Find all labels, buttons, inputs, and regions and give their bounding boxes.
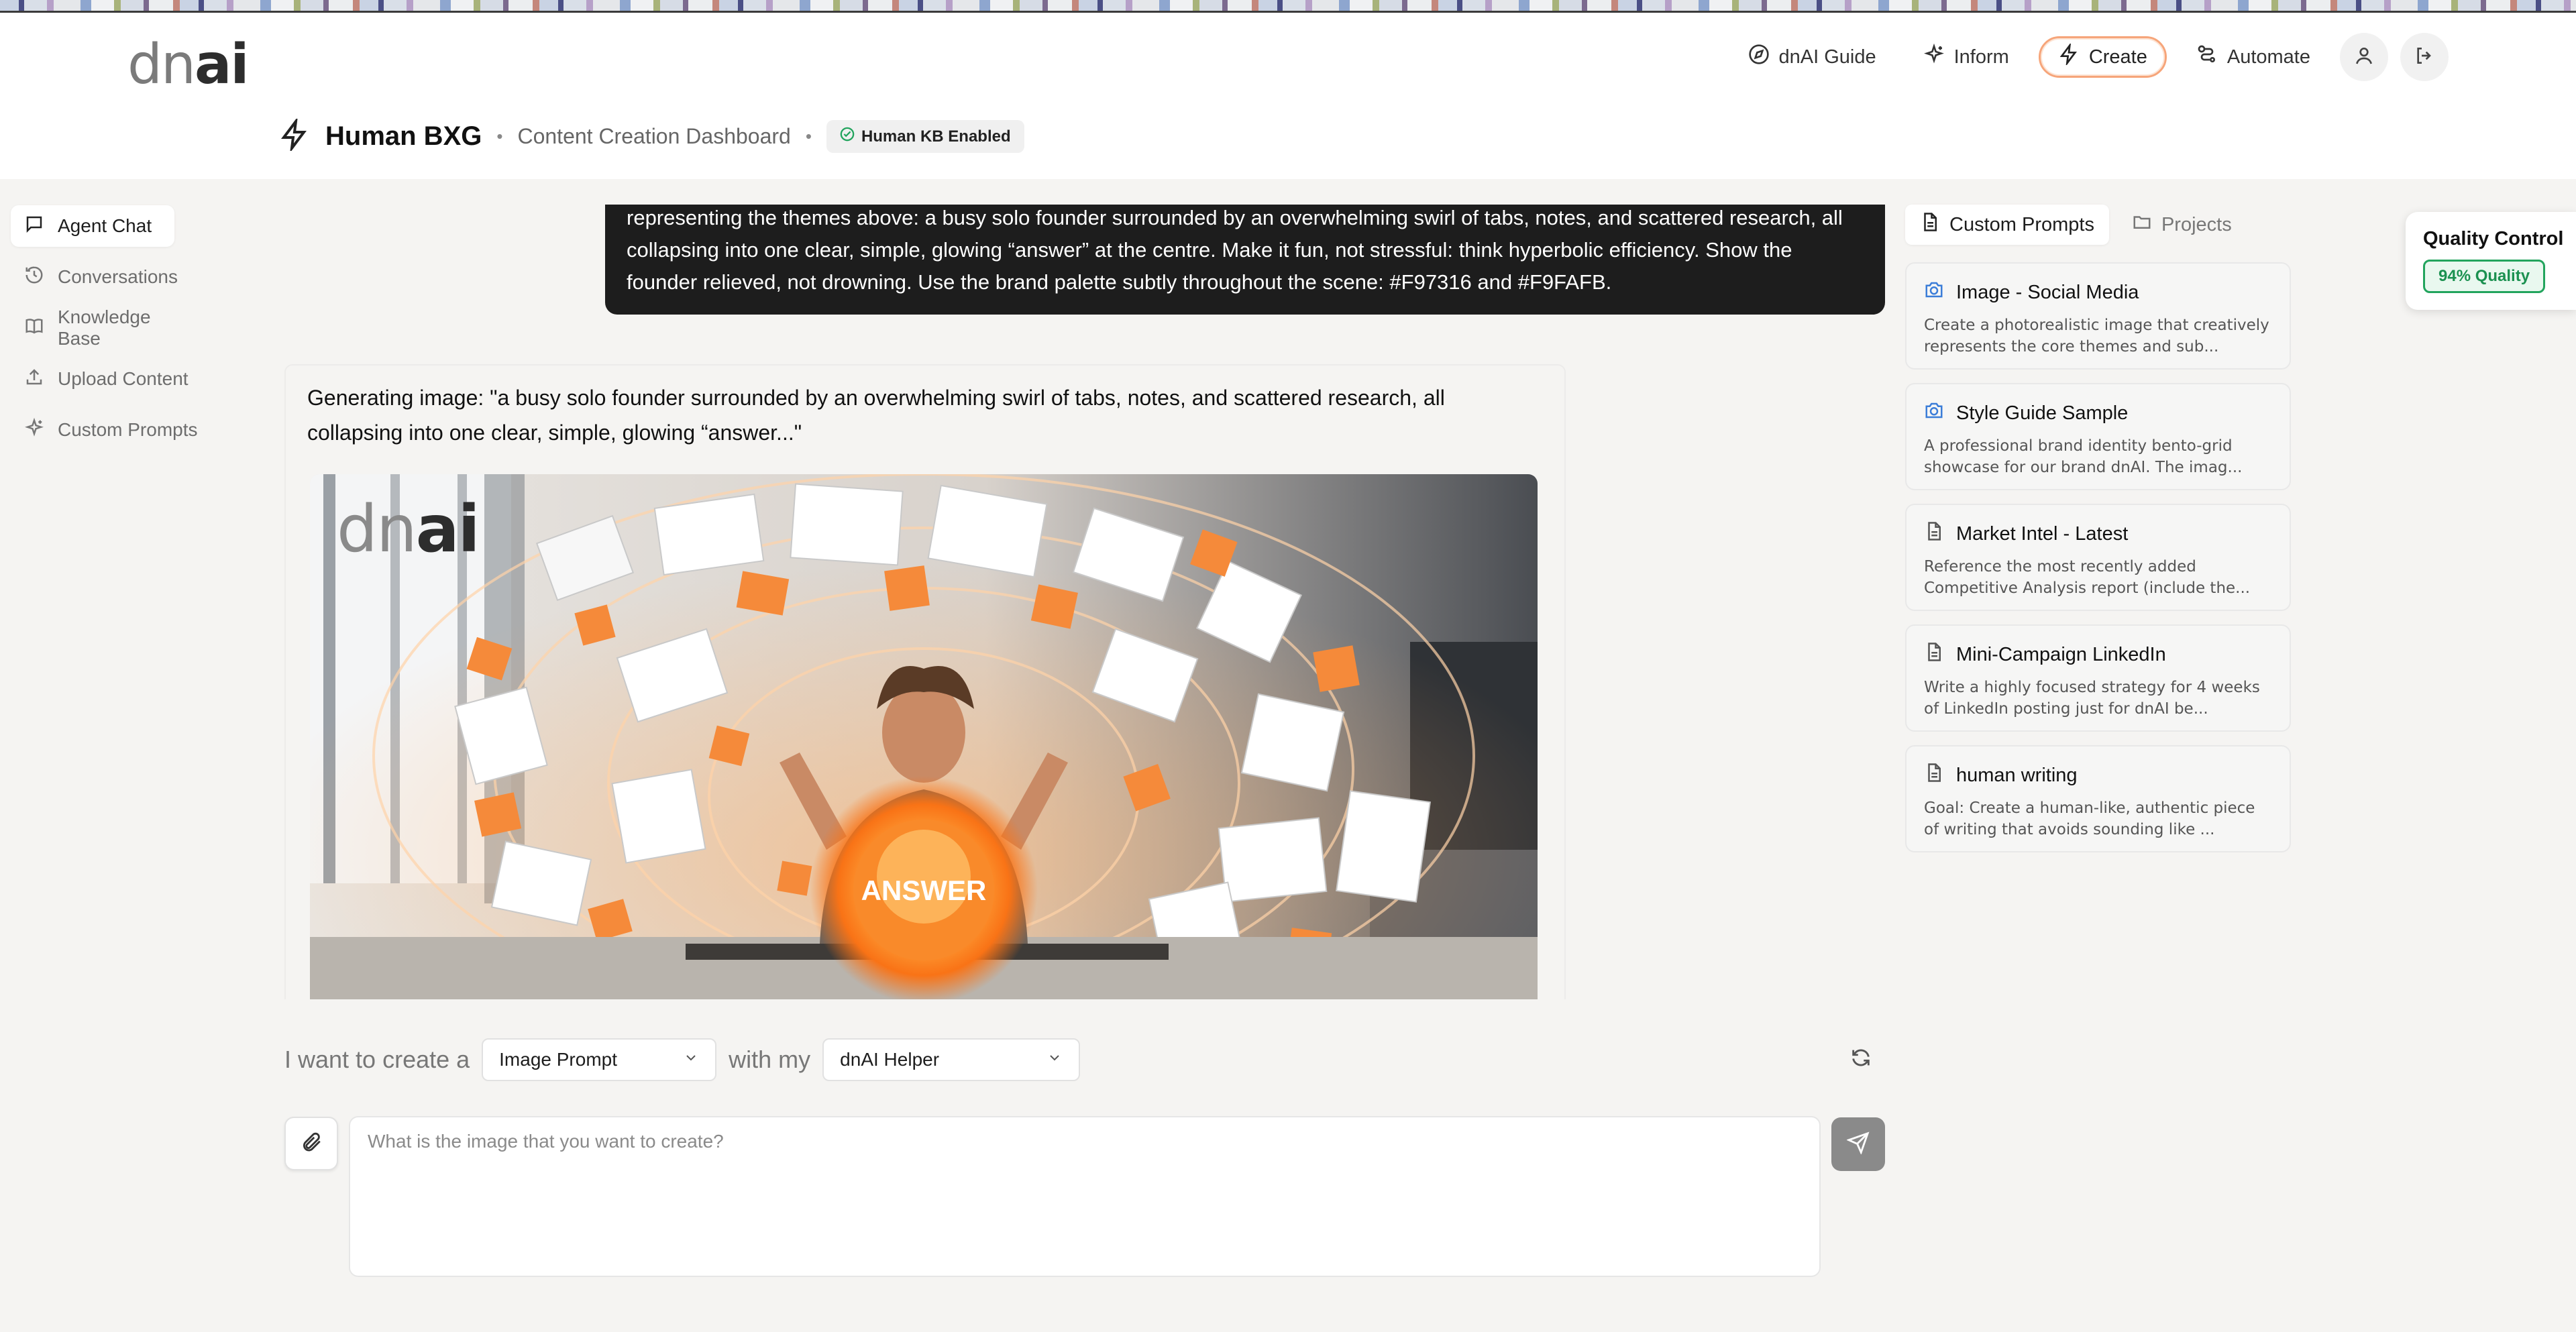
send-button[interactable] bbox=[1831, 1117, 1885, 1171]
quality-control-panel[interactable]: Quality Control 94% Quality bbox=[2406, 212, 2576, 310]
prompt-card-desc: A professional brand identity bento-grid… bbox=[1924, 437, 2243, 476]
workflow-icon bbox=[2196, 44, 2218, 70]
title-separator: • bbox=[805, 126, 812, 146]
prompt-card[interactable]: human writing Goal: Create a human-like,… bbox=[1905, 745, 2291, 852]
tab-projects[interactable]: Projects bbox=[2117, 205, 2247, 245]
chat-thread[interactable]: representing the themes above: a busy so… bbox=[282, 205, 1885, 999]
composer-lead-text: I want to create a bbox=[284, 1046, 470, 1073]
prompt-card-desc: Create a photorealistic image that creat… bbox=[1924, 317, 2269, 355]
logout-icon bbox=[2414, 45, 2435, 70]
top-nav: dnAI Guide Inform Create Automate bbox=[1731, 33, 2449, 81]
logout-button[interactable] bbox=[2400, 33, 2449, 81]
nav-automate[interactable]: Automate bbox=[2179, 36, 2328, 78]
nav-create[interactable]: Create bbox=[2038, 36, 2167, 78]
assistant-message: Generating image: "a busy solo founder s… bbox=[284, 364, 1566, 999]
user-icon bbox=[2353, 45, 2375, 70]
page-subtitle: Content Creation Dashboard bbox=[517, 124, 791, 148]
composer-controls: I want to create a Image Prompt with my … bbox=[284, 1038, 1081, 1081]
camera-icon bbox=[1924, 280, 1944, 305]
document-icon bbox=[1920, 212, 1940, 237]
upload-icon bbox=[24, 367, 44, 392]
prompt-card[interactable]: Style Guide Sample A professional brand … bbox=[1905, 383, 2291, 490]
sidebar-item-agent-chat[interactable]: Agent Chat bbox=[11, 205, 174, 247]
page-title: Human BXG bbox=[325, 121, 482, 151]
composer-middle-text: with my bbox=[729, 1046, 811, 1073]
quality-score-badge: 94% Quality bbox=[2423, 260, 2546, 293]
prompt-card-title: Style Guide Sample bbox=[1956, 402, 2129, 424]
attach-button[interactable] bbox=[284, 1117, 338, 1170]
prompt-card[interactable]: Image - Social Media Create a photoreali… bbox=[1905, 262, 2291, 370]
paperclip-icon bbox=[300, 1131, 323, 1157]
bolt-icon bbox=[2058, 42, 2080, 70]
left-sidebar: Agent Chat Conversations Knowledge Base … bbox=[11, 205, 212, 460]
app-header: dnai dnAI Guide Inform Create Automate H… bbox=[0, 13, 2576, 179]
prompt-input[interactable] bbox=[349, 1116, 1821, 1277]
sidebar-item-custom-prompts[interactable]: Custom Prompts bbox=[11, 409, 212, 451]
generated-image[interactable]: ANSWER dnai bbox=[310, 474, 1538, 999]
document-icon bbox=[1924, 763, 1944, 788]
camera-icon bbox=[1924, 400, 1944, 426]
prompt-card-title: Market Intel - Latest bbox=[1956, 522, 2129, 545]
user-message: representing the themes above: a busy so… bbox=[605, 205, 1885, 315]
refresh-button[interactable] bbox=[1845, 1043, 1877, 1075]
image-logo-watermark: dnai bbox=[337, 492, 478, 567]
prompt-card-title: Mini-Campaign LinkedIn bbox=[1956, 643, 2166, 665]
prompt-card-desc: Reference the most recently added Compet… bbox=[1924, 558, 2251, 597]
page-title-row: Human BXG • Content Creation Dashboard •… bbox=[278, 116, 1024, 154]
bolt-icon bbox=[278, 116, 311, 154]
human-kb-badge: Human KB Enabled bbox=[826, 120, 1024, 153]
title-separator: • bbox=[496, 126, 503, 146]
prompt-card[interactable]: Mini-Campaign LinkedIn Write a highly fo… bbox=[1905, 624, 2291, 732]
top-color-stripe bbox=[0, 0, 2576, 11]
prompt-card[interactable]: Market Intel - Latest Reference the most… bbox=[1905, 504, 2291, 611]
quality-control-title: Quality Control bbox=[2423, 228, 2564, 249]
sparkles-icon bbox=[1923, 43, 1945, 70]
prompt-card-desc: Goal: Create a human-like, authentic pie… bbox=[1924, 799, 2255, 838]
nav-dnai-guide[interactable]: dnAI Guide bbox=[1731, 36, 1894, 78]
message-square-icon bbox=[24, 214, 44, 239]
profile-button[interactable] bbox=[2340, 33, 2388, 81]
send-icon bbox=[1845, 1131, 1870, 1158]
sidebar-item-upload-content[interactable]: Upload Content bbox=[11, 358, 212, 400]
folder-icon bbox=[2132, 212, 2152, 237]
document-icon bbox=[1924, 521, 1944, 547]
check-circle-icon bbox=[840, 127, 855, 146]
sidebar-item-knowledge-base[interactable]: Knowledge Base bbox=[11, 307, 212, 349]
sidebar-item-conversations[interactable]: Conversations bbox=[11, 256, 212, 298]
prompt-card-desc: Write a highly focused strategy for 4 we… bbox=[1924, 679, 2260, 718]
content-type-select[interactable]: Image Prompt bbox=[482, 1038, 717, 1081]
sparkles-icon bbox=[24, 417, 44, 443]
document-icon bbox=[1924, 642, 1944, 667]
prompt-card-title: human writing bbox=[1956, 764, 2078, 786]
tab-custom-prompts[interactable]: Custom Prompts bbox=[1905, 205, 2109, 245]
nav-inform[interactable]: Inform bbox=[1906, 36, 2027, 78]
dnai-logo[interactable]: dnai bbox=[127, 33, 249, 97]
right-panel-tabs: Custom Prompts Projects bbox=[1905, 205, 2291, 245]
right-panel: Custom Prompts Projects Image - Social M… bbox=[1905, 205, 2291, 866]
compass-icon bbox=[1748, 44, 1770, 70]
history-icon bbox=[24, 265, 44, 290]
chevron-down-icon bbox=[683, 1049, 699, 1070]
refresh-icon bbox=[1849, 1046, 1872, 1072]
prompt-card-title: Image - Social Media bbox=[1956, 281, 2139, 303]
helper-select[interactable]: dnAI Helper bbox=[822, 1038, 1081, 1081]
answer-orb-label: ANSWER bbox=[861, 875, 987, 906]
chevron-down-icon bbox=[1046, 1049, 1063, 1070]
assistant-message-text: Generating image: "a busy solo founder s… bbox=[307, 386, 1445, 445]
book-icon bbox=[24, 316, 44, 341]
